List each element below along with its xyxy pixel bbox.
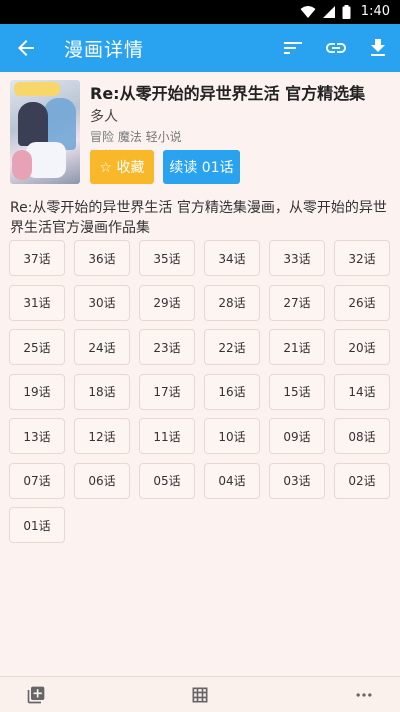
chapter-button[interactable]: 08话: [334, 418, 390, 454]
chapter-button[interactable]: 18话: [74, 373, 130, 410]
chapter-button[interactable]: 04话: [204, 462, 260, 499]
chapter-button[interactable]: 12话: [74, 418, 130, 454]
chapter-button[interactable]: 19话: [9, 373, 65, 410]
chapter-button[interactable]: 27话: [269, 284, 325, 321]
chapter-button[interactable]: 09话: [269, 418, 325, 454]
chapter-button[interactable]: 03话: [269, 462, 325, 499]
action-buttons: ☆ 收藏 续读 01话: [90, 150, 240, 184]
page-title: 漫画详情: [64, 39, 145, 61]
comic-cover[interactable]: [10, 80, 80, 184]
app-bar: 漫画详情: [0, 24, 400, 72]
back-arrow-icon[interactable]: [14, 36, 38, 60]
chapter-button[interactable]: 26话: [334, 284, 390, 321]
signal-icon: [322, 5, 335, 18]
chapter-button[interactable]: 36话: [74, 240, 130, 276]
chapter-button[interactable]: 05话: [139, 462, 195, 499]
chapter-button[interactable]: 07话: [9, 462, 65, 499]
chapter-button[interactable]: 16话: [204, 373, 260, 410]
chapter-button[interactable]: 25话: [9, 329, 65, 365]
continue-reading-button[interactable]: 续读 01话: [163, 150, 240, 184]
chapter-button[interactable]: 30话: [74, 284, 130, 321]
comic-author: 多人: [90, 109, 118, 125]
more-icon[interactable]: [354, 685, 374, 705]
chapter-button[interactable]: 10话: [204, 418, 260, 454]
comic-tags: 冒险 魔法 轻小说: [90, 130, 182, 144]
chapter-button[interactable]: 29话: [139, 284, 195, 321]
clock: 1:40: [360, 4, 390, 19]
chapter-button[interactable]: 32话: [334, 240, 390, 276]
chapter-button[interactable]: 06话: [74, 462, 130, 499]
cover-logo-art: [14, 82, 60, 96]
cover-figure-art: [26, 142, 66, 178]
chapter-button[interactable]: 34话: [204, 240, 260, 276]
chapter-button[interactable]: 01话: [9, 507, 65, 543]
comic-header: Re:从零开始的异世界生活 官方精选集 多人 冒险 魔法 轻小说 连载 dmzj…: [10, 80, 390, 190]
chapter-button[interactable]: 11话: [139, 418, 195, 454]
chapter-button[interactable]: 02话: [334, 462, 390, 499]
chapter-button[interactable]: 35话: [139, 240, 195, 276]
download-icon[interactable]: [366, 36, 390, 60]
bottom-bar: [0, 676, 400, 712]
chapter-button[interactable]: 37话: [9, 240, 65, 276]
chapter-button[interactable]: 22话: [204, 329, 260, 365]
chapter-button[interactable]: 23话: [139, 329, 195, 365]
wifi-icon: [300, 5, 316, 18]
cover-figure-art: [12, 150, 32, 180]
chapter-grid: 37话 36话 35话 34话 33话 32话 31话 30话 29话 28话 27话 26话 25话 2…: [9, 240, 391, 543]
status-bar: 1:40: [0, 0, 400, 24]
battery-icon: [342, 4, 351, 19]
link-icon[interactable]: [324, 36, 348, 60]
favorite-button[interactable]: ☆ 收藏: [90, 150, 154, 184]
comic-name: Re:从零开始的异世界生活 官方精选集: [90, 84, 366, 103]
chapter-button[interactable]: 20话: [334, 329, 390, 365]
chapter-button[interactable]: 14话: [334, 373, 390, 410]
chapter-button[interactable]: 21话: [269, 329, 325, 365]
chapter-button[interactable]: 15话: [269, 373, 325, 410]
chapter-button[interactable]: 13话: [9, 418, 65, 454]
chapter-button[interactable]: 28话: [204, 284, 260, 321]
chapter-button[interactable]: 24话: [74, 329, 130, 365]
chapter-button[interactable]: 17话: [139, 373, 195, 410]
chapter-button[interactable]: 31话: [9, 284, 65, 321]
grid-view-icon[interactable]: [190, 685, 210, 705]
collection-icon[interactable]: [26, 685, 46, 705]
status-icons: 1:40: [300, 4, 390, 19]
comic-description: Re:从零开始的异世界生活 官方精选集漫画，从零开始的异世界生活官方漫画作品集: [10, 200, 387, 236]
sort-icon[interactable]: [281, 36, 305, 60]
cover-figure-art: [18, 102, 48, 146]
chapter-button[interactable]: 33话: [269, 240, 325, 276]
